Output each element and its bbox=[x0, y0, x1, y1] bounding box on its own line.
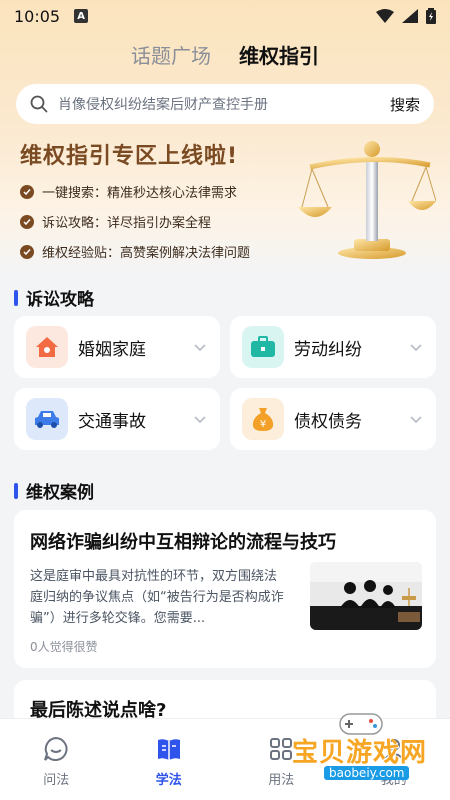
case-card[interactable]: 网络诈骗纠纷中互相辩论的流程与技巧 这是庭审中最具对抗性的环节，双方围绕法庭归纳… bbox=[14, 510, 436, 668]
watermark-url: baobeiy.com bbox=[324, 766, 410, 780]
nav-label: 问法 bbox=[43, 773, 70, 788]
section-title-text: 维权案例 bbox=[26, 483, 94, 503]
house-icon bbox=[26, 326, 68, 368]
notification-a-icon: A bbox=[74, 9, 89, 23]
signal-icon bbox=[402, 9, 418, 23]
watermark-text: 宝贝游戏网 bbox=[292, 738, 428, 768]
nav-label: 学法 bbox=[155, 773, 182, 788]
site-watermark: 宝贝游戏网 baobeiy.com bbox=[292, 713, 442, 786]
section-title-litigation: 诉讼攻略 bbox=[14, 285, 94, 310]
search-bar[interactable]: 肖像侵权纠纷结案后财产查控手册 搜索 bbox=[16, 84, 434, 124]
chevron-down-icon bbox=[410, 344, 422, 352]
nav-label: 用法 bbox=[268, 773, 295, 788]
section-title-cases: 维权案例 bbox=[14, 478, 94, 503]
hero-feature: 维权经验贴：高赞案例解决法律问题 bbox=[20, 242, 250, 261]
hero-feature: 一键搜索：精准秒达核心法律需求 bbox=[20, 182, 237, 201]
check-icon bbox=[20, 184, 34, 199]
money-bag-icon: ¥ bbox=[242, 398, 284, 440]
category-label: 交通事故 bbox=[78, 411, 146, 432]
nav-item-learn-law[interactable]: 学法 bbox=[113, 719, 226, 800]
case-summary: 这是庭审中最具对抗性的环节，双方围绕法庭归纳的争议焦点（如“被告行为是否构成诈骗… bbox=[30, 569, 284, 626]
status-bar: 10:05 A bbox=[0, 0, 450, 32]
section-accent-bar bbox=[14, 289, 18, 306]
category-label: 婚姻家庭 bbox=[78, 339, 146, 360]
hero-feature-text: 维权经验贴：高赞案例解决法律问题 bbox=[42, 246, 251, 261]
car-icon bbox=[26, 398, 68, 440]
category-labor-dispute[interactable]: 劳动纠纷 bbox=[230, 316, 436, 378]
search-icon bbox=[30, 95, 48, 113]
hero-title: 维权指引专区上线啦! bbox=[20, 144, 239, 169]
book-icon bbox=[157, 739, 180, 760]
category-traffic-accident[interactable]: 交通事故 bbox=[14, 388, 220, 450]
tab-topic-square[interactable]: 话题广场 bbox=[131, 40, 211, 69]
search-input[interactable]: 肖像侵权纠纷结案后财产查控手册 bbox=[58, 94, 390, 114]
battery-icon bbox=[426, 8, 436, 24]
check-icon bbox=[20, 214, 34, 229]
chevron-down-icon bbox=[194, 416, 206, 424]
status-time: 10:05 bbox=[14, 6, 61, 26]
nav-item-ask-law[interactable]: 问法 bbox=[0, 719, 113, 800]
category-label: 劳动纠纷 bbox=[294, 339, 362, 360]
category-label: 债权债务 bbox=[294, 411, 362, 432]
case-title: 网络诈骗纠纷中互相辩论的流程与技巧 bbox=[30, 532, 336, 553]
case-likes: 0人觉得很赞 bbox=[30, 640, 98, 654]
section-title-text: 诉讼攻略 bbox=[26, 290, 94, 310]
section-accent-bar bbox=[14, 482, 18, 499]
courtroom-thumbnail bbox=[310, 562, 422, 630]
svg-text:¥: ¥ bbox=[260, 419, 266, 430]
top-tabs: 话题广场 维权指引 bbox=[0, 40, 450, 69]
scales-of-justice-icon bbox=[298, 141, 436, 259]
search-button[interactable]: 搜索 bbox=[390, 94, 420, 115]
tab-rights-guide[interactable]: 维权指引 bbox=[239, 40, 319, 69]
wifi-icon bbox=[376, 9, 394, 23]
chevron-down-icon bbox=[410, 416, 422, 424]
briefcase-icon bbox=[242, 326, 284, 368]
category-debt[interactable]: ¥ 债权债务 bbox=[230, 388, 436, 450]
chevron-down-icon bbox=[194, 344, 206, 352]
hero-feature: 诉讼攻略：详尽指引办案全程 bbox=[20, 212, 211, 231]
category-marriage-family[interactable]: 婚姻家庭 bbox=[14, 316, 220, 378]
hero-feature-text: 诉讼攻略：详尽指引办案全程 bbox=[42, 216, 212, 231]
hero-feature-text: 一键搜索：精准秒达核心法律需求 bbox=[42, 186, 238, 201]
chat-bubble-icon bbox=[44, 736, 68, 761]
check-icon bbox=[20, 244, 34, 259]
